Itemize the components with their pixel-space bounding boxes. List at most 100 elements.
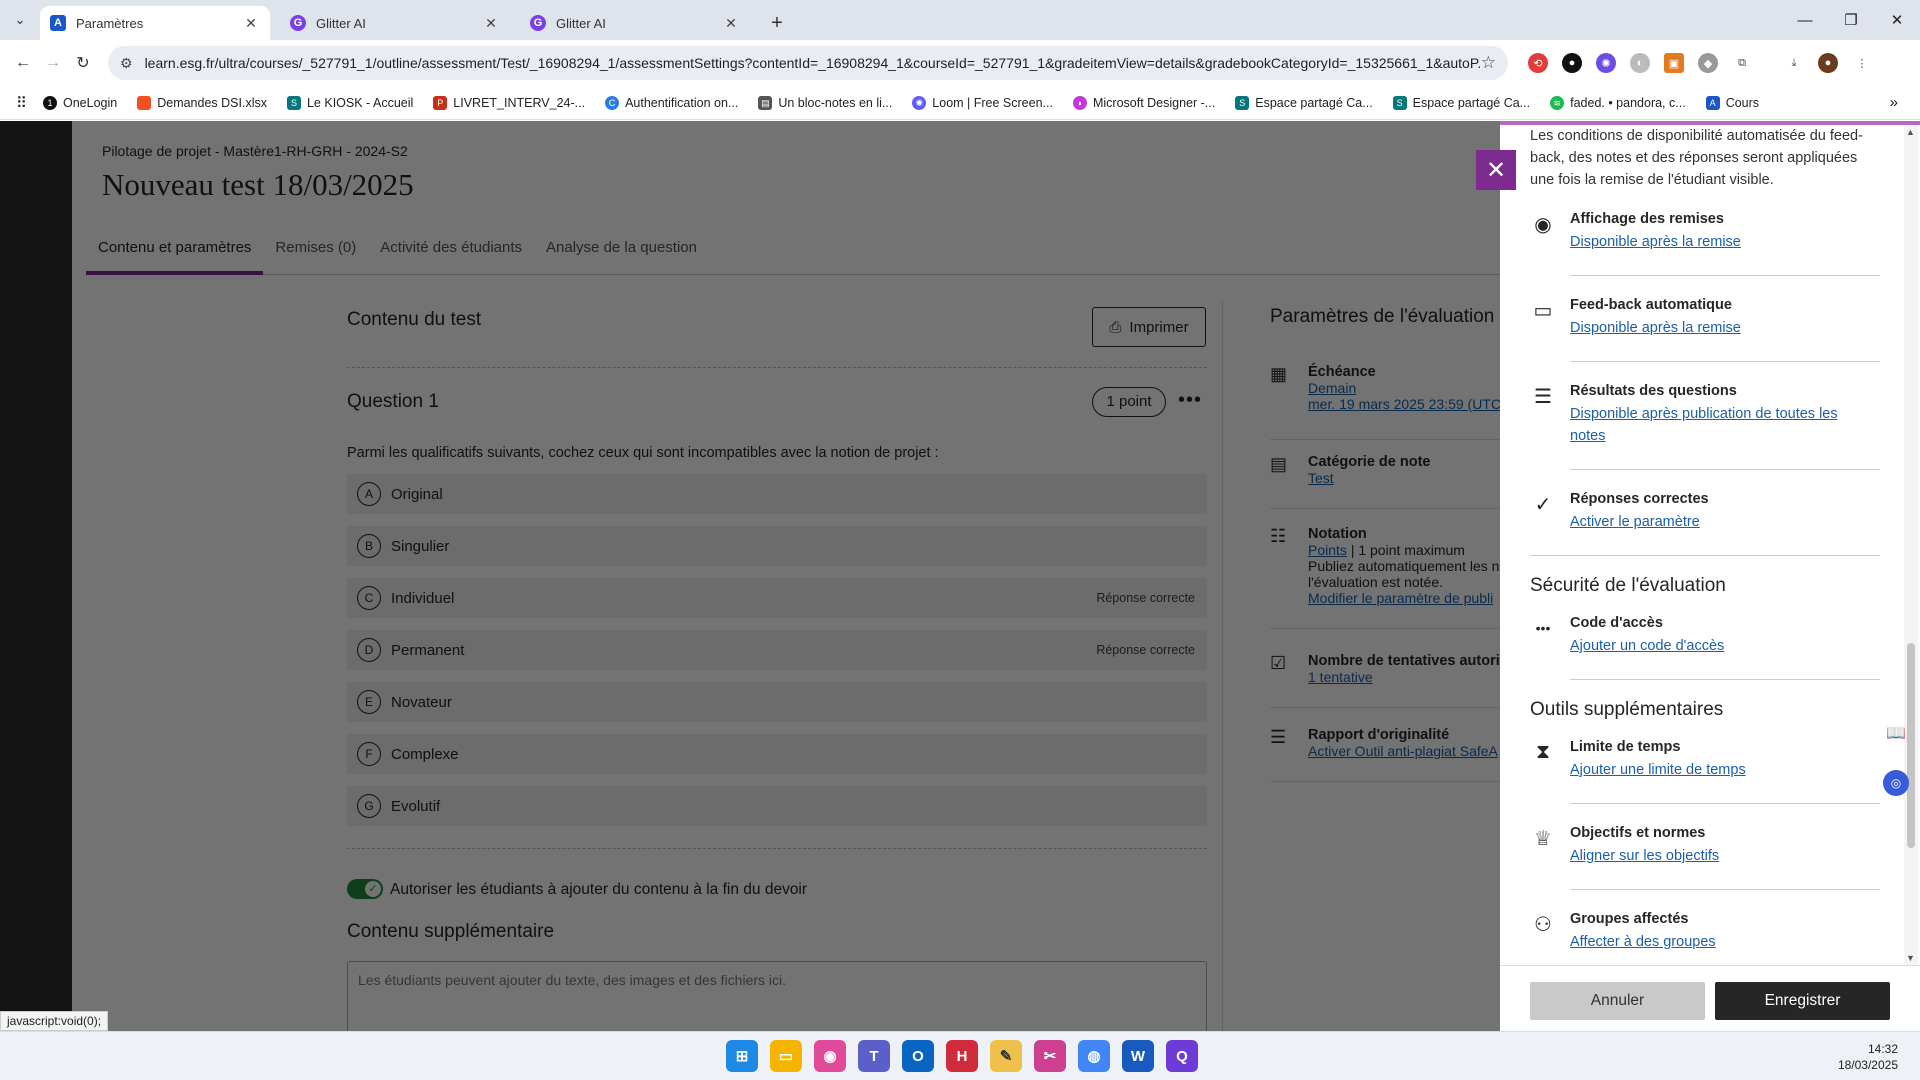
close-tab-icon[interactable]: ✕: [482, 15, 500, 32]
avatar[interactable]: ●: [1818, 53, 1838, 73]
bookmark-designer[interactable]: ◗ Microsoft Designer -...: [1072, 95, 1215, 110]
more-options-icon[interactable]: •••: [1178, 389, 1202, 412]
tab-search-icon[interactable]: ⌄: [0, 0, 40, 40]
chrome-icon[interactable]: ◍: [1078, 1040, 1110, 1072]
reload-icon[interactable]: ↻: [68, 48, 98, 78]
scroll-down-icon[interactable]: ▼: [1906, 953, 1915, 963]
outlook-icon[interactable]: O: [902, 1040, 934, 1072]
minimize-icon[interactable]: —: [1782, 0, 1828, 40]
snipping-tool-icon[interactable]: ✂: [1034, 1040, 1066, 1072]
close-tab-icon[interactable]: ✕: [722, 15, 740, 32]
bookmark-onelogin[interactable]: 1 OneLogin: [43, 95, 117, 110]
menu-dots-icon[interactable]: ⋮: [1852, 53, 1872, 73]
windows-start-icon[interactable]: ⊞: [726, 1040, 758, 1072]
answer-text: Original: [391, 485, 443, 503]
extension-icon[interactable]: ●: [1562, 53, 1582, 73]
bookmark-spotify[interactable]: ≋ faded. • pandora, c...: [1550, 95, 1686, 110]
answer-option[interactable]: C Individuel Réponse correcte: [347, 578, 1207, 618]
system-clock[interactable]: 14:32 18/03/2025: [1838, 1041, 1898, 1073]
tab-remises[interactable]: Remises (0): [263, 225, 368, 275]
app-q-icon[interactable]: Q: [1166, 1040, 1198, 1072]
forward-icon[interactable]: →: [38, 48, 68, 78]
due-date-detail-link[interactable]: mer. 19 mars 2025 23:59 (UTC: [1308, 396, 1501, 412]
paint-icon[interactable]: ✎: [990, 1040, 1022, 1072]
bookmark-espace-1[interactable]: S Espace partagé Ca...: [1235, 95, 1373, 110]
panel-item-link[interactable]: Aligner sur les objectifs: [1570, 848, 1719, 864]
close-panel-button[interactable]: ✕: [1476, 150, 1516, 190]
panel-item-link[interactable]: Ajouter une limite de temps: [1570, 762, 1746, 778]
print-button[interactable]: ⎙ Imprimer: [1092, 307, 1206, 347]
extension-icon[interactable]: ▣: [1664, 53, 1684, 73]
address-bar[interactable]: ⚙ learn.esg.fr/ultra/courses/_527791_1/o…: [108, 46, 1508, 80]
cancel-button[interactable]: Annuler: [1530, 982, 1705, 1020]
save-button[interactable]: Enregistrer: [1715, 982, 1890, 1020]
close-window-icon[interactable]: ✕: [1874, 0, 1920, 40]
tab-analyse[interactable]: Analyse de la question: [534, 225, 709, 275]
bookmark-blocnotes[interactable]: ▤ Un bloc-notes en li...: [758, 95, 892, 110]
file-explorer-icon[interactable]: ▭: [770, 1040, 802, 1072]
panel-item-link[interactable]: Ajouter un code d'accès: [1570, 638, 1724, 654]
bookmark-label: Le KIOSK - Accueil: [306, 95, 414, 110]
supplementary-editor[interactable]: Les étudiants peuvent ajouter du texte, …: [347, 961, 1207, 1031]
browser-tab-parametres[interactable]: A Paramètres ✕: [40, 6, 270, 40]
site-info-icon[interactable]: ⚙: [120, 55, 133, 72]
browser-tab-glitter-1[interactable]: G Glitter AI ✕: [280, 6, 510, 40]
bookmark-star-icon[interactable]: ☆: [1481, 53, 1496, 73]
answer-letter: C: [357, 586, 381, 610]
divider: [1570, 803, 1880, 804]
answer-option[interactable]: A Original: [347, 474, 1207, 514]
extensions-puzzle-icon[interactable]: ⧉: [1732, 53, 1752, 73]
points-badge[interactable]: 1 point: [1092, 387, 1166, 417]
extension-icon[interactable]: ◐: [1630, 53, 1650, 73]
bookmark-espace-2[interactable]: S Espace partagé Ca...: [1392, 95, 1530, 110]
extension-icon[interactable]: ✺: [1596, 53, 1616, 73]
bookmark-loom[interactable]: ✺ Loom | Free Screen...: [912, 95, 1053, 110]
scroll-up-icon[interactable]: ▲: [1906, 127, 1915, 137]
bookmark-livret[interactable]: P LIVRET_INTERV_24-...: [433, 95, 585, 110]
answer-option[interactable]: E Novateur: [347, 682, 1207, 722]
browser-tab-glitter-2[interactable]: G Glitter AI ✕: [520, 6, 750, 40]
bookmark-auth[interactable]: C Authentification on...: [605, 95, 738, 110]
answer-option[interactable]: B Singulier: [347, 526, 1207, 566]
teams-icon[interactable]: T: [858, 1040, 890, 1072]
assessment-sheet: Pilotage de projet - Mastère1-RH-GRH - 2…: [72, 121, 1560, 1031]
apps-icon[interactable]: ⠿: [16, 94, 27, 112]
safeassign-link[interactable]: Activer Outil anti-plagiat SafeA: [1308, 743, 1498, 759]
category-link[interactable]: Test: [1308, 470, 1334, 486]
panel-item-link[interactable]: Activer le paramètre: [1570, 514, 1700, 530]
photos-icon[interactable]: ◉: [814, 1040, 846, 1072]
allow-content-toggle[interactable]: [347, 879, 383, 899]
points-link[interactable]: Points: [1308, 542, 1347, 558]
reader-icon[interactable]: 📖: [1883, 720, 1909, 746]
attempts-link[interactable]: 1 tentative: [1308, 669, 1373, 685]
bookmark-demandes[interactable]: Demandes DSI.xlsx: [137, 95, 267, 110]
access-code-icon: •••: [1535, 620, 1551, 636]
restore-icon[interactable]: ❐: [1828, 0, 1874, 40]
more-bookmarks-icon[interactable]: »: [1890, 94, 1898, 111]
extension-icon[interactable]: ⟲: [1528, 53, 1548, 73]
panel-scrollbar[interactable]: ▲ ▼: [1904, 125, 1918, 965]
tab-activite[interactable]: Activité des étudiants: [368, 225, 534, 275]
close-tab-icon[interactable]: ✕: [242, 15, 260, 32]
bookmark-cours[interactable]: A Cours: [1705, 95, 1759, 110]
extension-icon[interactable]: ◆: [1698, 53, 1718, 73]
answer-option[interactable]: G Evolutif: [347, 786, 1207, 826]
panel-item-link[interactable]: Disponible après la remise: [1570, 320, 1741, 336]
answer-option[interactable]: F Complexe: [347, 734, 1207, 774]
publish-text-2: l'évaluation est notée.: [1308, 574, 1443, 590]
answer-option[interactable]: D Permanent Réponse correcte: [347, 630, 1207, 670]
word-icon[interactable]: W: [1122, 1040, 1154, 1072]
modify-publish-link[interactable]: Modifier le paramètre de publi: [1308, 590, 1493, 606]
panel-item-link[interactable]: Disponible après la remise: [1570, 234, 1741, 250]
panel-item-link[interactable]: Disponible après publication de toutes l…: [1570, 406, 1838, 444]
new-tab-icon[interactable]: +: [760, 6, 794, 40]
assistant-icon[interactable]: ◎: [1883, 770, 1909, 796]
divider: [1570, 361, 1880, 362]
download-icon[interactable]: ⤓: [1784, 53, 1804, 73]
back-icon[interactable]: ←: [8, 48, 38, 78]
panel-item-link[interactable]: Affecter à des groupes: [1570, 934, 1716, 950]
due-date-link[interactable]: Demain: [1308, 380, 1356, 396]
app-h-icon[interactable]: H: [946, 1040, 978, 1072]
tab-contenu-parametres[interactable]: Contenu et paramètres: [86, 225, 264, 275]
bookmark-kiosk[interactable]: S Le KIOSK - Accueil: [286, 95, 414, 110]
